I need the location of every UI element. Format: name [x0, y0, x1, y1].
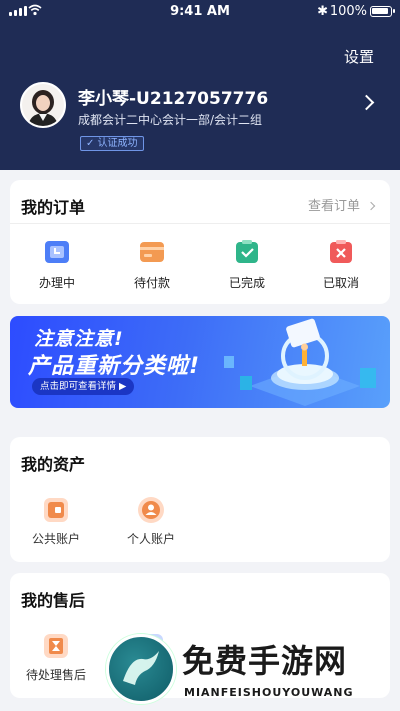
- watermark-subtitle: MIANFEISHOUYOUWANG: [184, 686, 354, 699]
- watermark-title: 免费手游网: [182, 642, 348, 680]
- view-orders-label: 查看订单: [307, 199, 360, 214]
- divider: [10, 223, 390, 224]
- banner-subheadline: 产品重新分类啦!: [28, 354, 201, 379]
- profile-chevron-icon[interactable]: [358, 94, 375, 111]
- avatar[interactable]: [20, 82, 66, 128]
- promo-banner[interactable]: 注意注意! 产品重新分类啦! 点击即可查看详情 ▶: [10, 316, 390, 408]
- banner-cta-button[interactable]: 点击即可查看详情 ▶: [32, 378, 135, 395]
- person-icon: [137, 496, 165, 524]
- clock-icon: [44, 240, 70, 264]
- wallet-icon: [42, 496, 70, 524]
- watermark-logo-icon: [106, 634, 176, 704]
- assets-card: 我的资产 公共账户 个人账户: [10, 437, 390, 562]
- settings-button[interactable]: 设置: [344, 46, 374, 67]
- pending-aftersale-entry[interactable]: 待处理售后: [18, 632, 94, 683]
- battery-percent: 100%: [329, 4, 367, 19]
- battery-icon: [370, 6, 395, 17]
- order-status-cancelled[interactable]: 已取消: [311, 240, 371, 291]
- public-account-entry[interactable]: 公共账户: [18, 496, 94, 547]
- hourglass-icon: [42, 632, 70, 660]
- order-status-pending-payment[interactable]: 待付款: [122, 240, 182, 291]
- assets-title: 我的资产: [21, 455, 86, 474]
- order-status-completed[interactable]: 已完成: [217, 240, 277, 291]
- banner-illustration: [224, 318, 376, 406]
- aftersale-label: 待处理售后: [25, 668, 86, 682]
- orders-card: 我的订单 查看订单 办理中 待付款 已完成 已取消: [10, 180, 390, 304]
- aftersale-title: 我的售后: [21, 591, 86, 610]
- asset-label: 公共账户: [31, 532, 80, 546]
- avatar-portrait-icon: [22, 84, 64, 126]
- site-watermark: 免费手游网 MIANFEISHOUYOUWANG: [104, 634, 396, 708]
- cancel-clipboard-icon: [328, 240, 354, 264]
- profile-header: 9:41 AM ✱ 100% 设置 李小琴-U2127057776 成都会计二中…: [0, 0, 400, 170]
- status-bar: 9:41 AM ✱ 100%: [0, 0, 400, 24]
- order-status-label: 办理中: [38, 276, 75, 290]
- order-status-label: 已取消: [322, 276, 359, 290]
- chevron-right-icon: [366, 201, 376, 211]
- personal-account-entry[interactable]: 个人账户: [113, 496, 189, 547]
- order-status-label: 待付款: [133, 276, 170, 290]
- user-name: 李小琴-U2127057776: [78, 89, 269, 109]
- bluetooth-icon: ✱: [317, 4, 328, 19]
- card-icon: [139, 240, 165, 264]
- check-clipboard-icon: [234, 240, 260, 264]
- orders-title: 我的订单: [21, 198, 86, 217]
- view-orders-link[interactable]: 查看订单: [307, 195, 376, 214]
- verified-badge: ✓ 认证成功: [80, 136, 144, 151]
- banner-headline: 注意注意!: [34, 328, 124, 350]
- order-status-processing[interactable]: 办理中: [27, 240, 87, 291]
- asset-label: 个人账户: [126, 532, 175, 546]
- order-status-label: 已完成: [228, 276, 265, 290]
- department-label: 成都会计二中心会计一部/会计二组: [78, 113, 263, 127]
